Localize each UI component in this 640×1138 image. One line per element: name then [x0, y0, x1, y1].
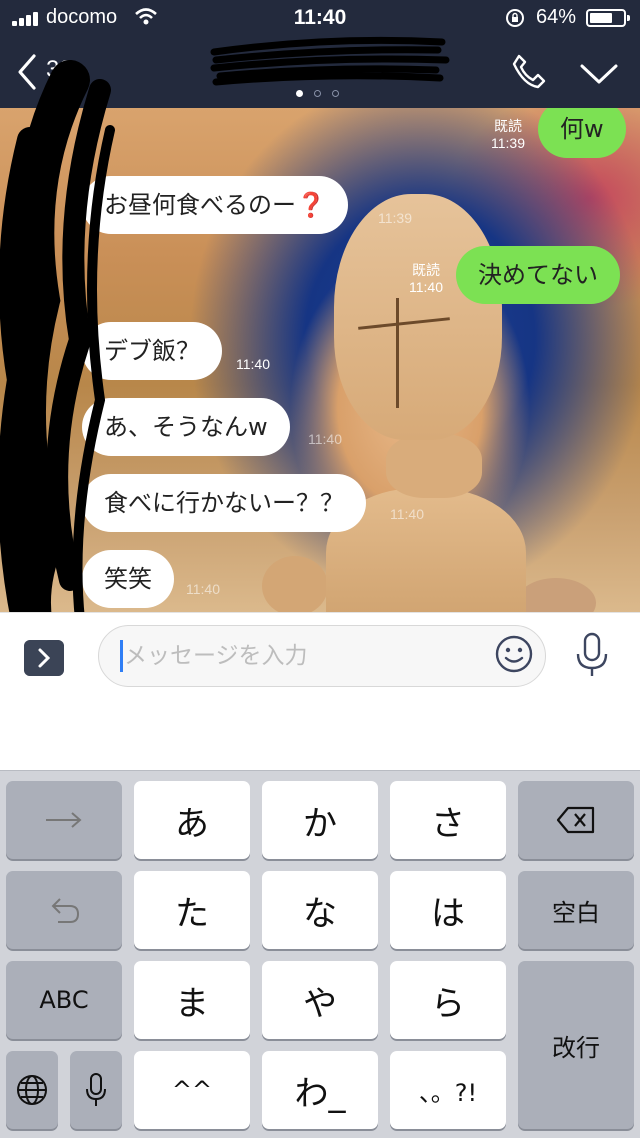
kana-key[interactable]: た	[134, 871, 250, 949]
undo-arrow-icon	[51, 898, 80, 923]
japanese-kana-keyboard: あ か さ た な は 空白 ABC ま や ら 改行 ^^ わ_ 、。?!	[0, 770, 640, 1138]
kana-key[interactable]: や	[262, 961, 378, 1039]
key-label: か	[303, 803, 337, 844]
undo-key[interactable]	[6, 871, 122, 949]
text-cursor	[120, 640, 123, 672]
next-candidate-key[interactable]	[6, 781, 122, 859]
kana-key[interactable]: わ_	[262, 1051, 378, 1129]
abc-key[interactable]: ABC	[6, 961, 122, 1039]
redacted-chat-title	[210, 36, 450, 86]
kana-key[interactable]: は	[390, 871, 506, 949]
message-time: 11:40	[186, 581, 220, 597]
space-key[interactable]: 空白	[518, 871, 634, 949]
message-text: お昼何食べるのー	[104, 191, 296, 219]
emoji-icon[interactable]	[494, 634, 534, 674]
message-time: 11:39	[378, 210, 412, 226]
message-text: 決めてない	[478, 261, 598, 289]
question-mark-emoji: ❓	[296, 191, 326, 219]
message-text: 食べに行かないー？？	[104, 489, 344, 517]
return-key[interactable]: 改行	[518, 961, 634, 1129]
background-photo-part	[396, 298, 399, 408]
key-label: 改行	[552, 1033, 600, 1062]
background-photo-part	[386, 434, 482, 498]
chevron-down-icon[interactable]	[578, 58, 620, 88]
battery-percent: 64%	[536, 6, 577, 28]
kana-key[interactable]: な	[262, 871, 378, 949]
delete-key[interactable]	[518, 781, 634, 859]
expand-menu-icon[interactable]	[24, 640, 64, 676]
key-label: な	[303, 893, 337, 934]
message-time: 11:40	[236, 356, 270, 372]
microphone-icon	[86, 1073, 106, 1106]
backspace-icon	[556, 806, 595, 834]
key-label: 、。?!	[418, 1078, 478, 1107]
globe-icon	[17, 1075, 47, 1105]
background-photo-part	[262, 556, 328, 612]
key-label: あ	[175, 803, 209, 844]
key-label: ま	[175, 983, 209, 1024]
key-label: さ	[431, 803, 465, 844]
message-time: 11:39	[491, 135, 525, 151]
status-bar: docomo 11:40 64%	[0, 0, 640, 36]
read-receipt: 既読	[494, 118, 522, 134]
phone-call-icon[interactable]	[510, 52, 548, 90]
kana-key[interactable]: ま	[134, 961, 250, 1039]
kana-key[interactable]: ら	[390, 961, 506, 1039]
message-text: 何w	[560, 115, 604, 143]
kana-key[interactable]: ^^	[134, 1051, 250, 1129]
message-meta: 既読 11:39	[486, 118, 530, 152]
background-photo-part	[516, 578, 596, 612]
message-time: 11:40	[409, 279, 443, 295]
kana-key[interactable]: か	[262, 781, 378, 859]
key-label: ^^	[171, 1076, 213, 1104]
blank-area	[0, 698, 640, 770]
key-label: 空白	[552, 898, 600, 927]
key-label: や	[303, 983, 337, 1024]
kana-key[interactable]: あ	[134, 781, 250, 859]
globe-key[interactable]	[6, 1051, 58, 1129]
key-label: ABC	[39, 986, 89, 1014]
punctuation-key[interactable]: 、。?!	[390, 1051, 506, 1129]
page-indicator	[296, 90, 346, 98]
microphone-icon[interactable]	[574, 632, 610, 678]
background-photo-part	[334, 194, 502, 440]
key-label: わ_	[294, 1073, 346, 1114]
message-bubble-outgoing[interactable]: 決めてない	[456, 246, 620, 304]
right-arrow-icon	[46, 812, 82, 828]
message-time: 11:40	[390, 506, 424, 522]
dictation-key[interactable]	[70, 1051, 122, 1129]
message-meta: 既読 11:40	[404, 262, 448, 296]
key-label: は	[431, 893, 465, 934]
read-receipt: 既読	[412, 262, 440, 278]
redacted-avatar-scribble	[0, 60, 115, 670]
message-input-placeholder: メッセージを入力	[124, 643, 308, 669]
kana-key[interactable]: さ	[390, 781, 506, 859]
message-bubble-outgoing[interactable]: 何w	[538, 108, 626, 158]
battery-icon	[586, 9, 630, 27]
key-label: た	[175, 893, 209, 934]
message-time: 11:40	[308, 431, 342, 447]
key-label: ら	[431, 983, 465, 1024]
rotation-lock-icon	[506, 9, 524, 27]
